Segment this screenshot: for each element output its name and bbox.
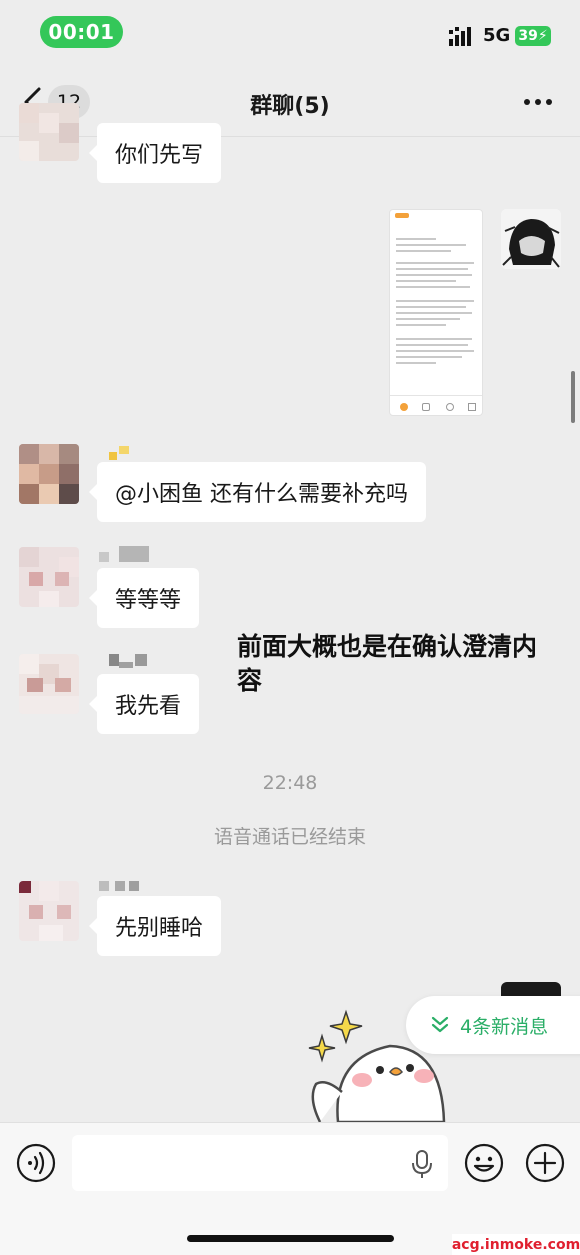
my-avatar[interactable] [501,209,561,269]
message-text: @小困鱼 还有什么需要补充吗 [115,482,408,507]
message-bubble[interactable]: 先别睡哈 [88,896,222,956]
scrollbar[interactable] [571,371,575,423]
message-bubble[interactable]: 等等等 [88,568,200,628]
home-indicator[interactable] [187,1235,394,1242]
message-text: 等等等 [115,588,182,613]
sender-name [109,654,149,670]
system-message: 语音通话已经结束 [213,826,366,848]
charging-icon: ⚡ [537,28,548,44]
avatar[interactable] [19,444,79,504]
battery-indicator: 39 ⚡ [515,26,551,46]
my-avatar[interactable] [501,982,561,996]
time-divider: 22:48 [262,772,318,794]
network-type: 5G [483,25,511,46]
sender-name [109,446,131,462]
more-dots-icon[interactable] [522,96,554,108]
message-text: 我先看 [115,694,182,719]
avatar[interactable] [19,654,79,714]
double-chevron-down-icon [431,1016,449,1033]
chat-title: 群聊(5) [250,94,330,119]
plus-icon[interactable] [525,1143,565,1183]
signal-strength-icon [449,27,471,46]
message-bubble[interactable]: 你们先写 [88,123,222,183]
status-time: 00:01 [40,16,123,48]
nav-divider [0,136,580,137]
mic-icon[interactable] [411,1149,433,1179]
avatar[interactable] [19,547,79,607]
new-messages-label: 4条新消息 [460,1015,549,1038]
avatar[interactable] [19,881,79,941]
avatar-image [501,209,561,269]
image-message[interactable] [389,209,483,416]
sender-name [99,546,151,562]
message-text: 你们先写 [115,143,204,168]
message-text: 先别睡哈 [115,916,204,941]
battery-level: 39 [518,28,538,44]
message-bubble[interactable]: 我先看 [88,674,200,734]
emoji-icon[interactable] [464,1143,504,1183]
annotation-text: 前面大概也是在确认澄清内容 [237,632,538,695]
voice-input-icon[interactable] [16,1143,56,1183]
message-input[interactable] [72,1135,448,1191]
watermark: acg.inmoke.com [452,1234,580,1255]
new-messages-button[interactable]: 4条新消息 [406,996,580,1054]
avatar[interactable] [19,103,79,161]
sender-name [99,881,143,897]
message-bubble[interactable]: @小困鱼 还有什么需要补充吗 [89,462,426,522]
